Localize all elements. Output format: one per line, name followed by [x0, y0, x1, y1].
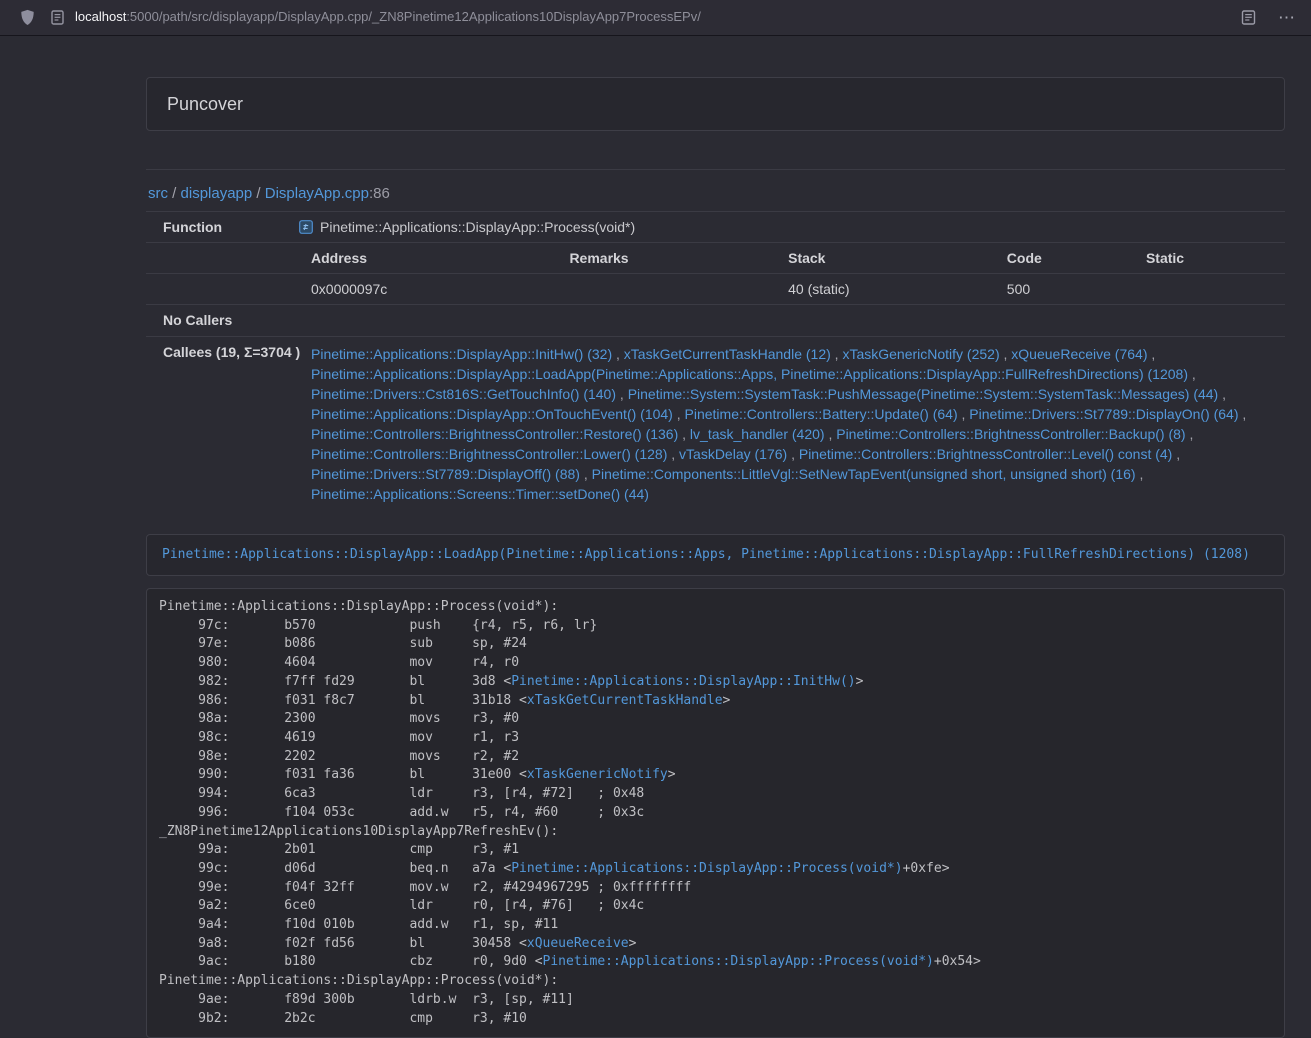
column-header-address: Address [291, 243, 549, 273]
loadapp-panel: Pinetime::Applications::DisplayApp::Load… [146, 534, 1285, 577]
empty-label-cell [146, 274, 291, 304]
breadcrumb: src / displayapp / DisplayApp.cpp:86 [148, 183, 1285, 204]
callees-row: Callees (19, Σ=3704 ) Pinetime::Applicat… [146, 336, 1285, 510]
code-size-value: 500 [987, 274, 1126, 304]
callee-link[interactable]: Pinetime::Drivers::St7789::DisplayOff() … [311, 466, 580, 482]
address-value: 0x0000097c [291, 274, 549, 304]
column-header-remarks: Remarks [549, 243, 768, 273]
callee-separator: , [612, 346, 624, 362]
code-symbol-link[interactable]: Pinetime::Applications::DisplayApp::Init… [511, 674, 855, 689]
callee-link[interactable]: Pinetime::Applications::DisplayApp::Init… [311, 346, 612, 362]
url-bar[interactable]: localhost:5000/path/src/displayapp/Displ… [75, 8, 1241, 27]
callee-link[interactable]: Pinetime::Components::LittleVgl::SetNewT… [592, 466, 1136, 482]
callees-label: Callees (19, Σ=3704 ) [146, 337, 291, 510]
tracking-protection-shield-icon[interactable] [20, 9, 35, 26]
callee-link[interactable]: Pinetime::Controllers::BrightnessControl… [799, 446, 1172, 462]
code-symbol-link[interactable]: Pinetime::Applications::DisplayApp::Proc… [543, 954, 934, 969]
callee-separator: , [1147, 346, 1155, 362]
code-symbol-link[interactable]: xQueueReceive [527, 936, 629, 951]
breadcrumb-link-file[interactable]: DisplayApp.cpp [265, 185, 369, 202]
callee-link[interactable]: lv_task_handler (420) [690, 426, 825, 442]
column-header-static: Static [1126, 243, 1285, 273]
callee-separator: , [667, 446, 679, 462]
loadapp-symbol-link[interactable]: Pinetime::Applications::DisplayApp::Load… [162, 547, 1250, 562]
callee-separator: , [673, 406, 685, 422]
columns-header-row: Address Remarks Stack Code Static [146, 242, 1285, 273]
url-host: localhost [75, 9, 126, 24]
app-title-panel: Puncover [146, 77, 1285, 131]
callee-link[interactable]: Pinetime::Drivers::St7789::DisplayOn() (… [969, 406, 1238, 422]
column-header-code: Code [987, 243, 1126, 273]
callee-separator: , [831, 346, 843, 362]
symbol-table: Function Pinetime::Applications::Display… [146, 211, 1285, 509]
header-divider [146, 169, 1285, 170]
callee-link[interactable]: xTaskGenericNotify (252) [842, 346, 999, 362]
code-symbol-link[interactable]: Pinetime::Applications::DisplayApp::Proc… [511, 861, 902, 876]
callee-link[interactable]: Pinetime::Applications::DisplayApp::OnTo… [311, 406, 673, 422]
callee-separator: , [580, 466, 592, 482]
callee-link[interactable]: xQueueReceive (764) [1011, 346, 1147, 362]
callee-separator: , [1000, 346, 1012, 362]
breadcrumb-line-number: :86 [369, 185, 390, 202]
callee-separator: , [1239, 406, 1247, 422]
callee-link[interactable]: Pinetime::Drivers::Cst816S::GetTouchInfo… [311, 386, 616, 402]
callee-separator: , [1188, 366, 1196, 382]
remarks-value [549, 274, 768, 304]
page-container: Puncover src / displayapp / DisplayApp.c… [146, 77, 1285, 1038]
callee-link[interactable]: Pinetime::System::SystemTask::PushMessag… [628, 386, 1219, 402]
function-row-label: Function [146, 212, 291, 242]
function-row: Function Pinetime::Applications::Display… [146, 211, 1285, 242]
callee-separator: , [1218, 386, 1226, 402]
callers-row: No Callers [146, 304, 1285, 335]
callee-link[interactable]: Pinetime::Controllers::BrightnessControl… [311, 426, 678, 442]
reader-mode-icon[interactable] [1241, 10, 1256, 25]
empty-label-cell [146, 243, 291, 273]
page-info-icon[interactable] [51, 10, 64, 25]
callee-separator: , [1136, 466, 1144, 482]
code-symbol-link[interactable]: xTaskGetCurrentTaskHandle [527, 693, 723, 708]
url-path: :5000/path/src/displayapp/DisplayApp.cpp… [126, 9, 701, 24]
function-name: Pinetime::Applications::DisplayApp::Proc… [320, 217, 635, 237]
callee-separator: , [678, 426, 690, 442]
page-title: Puncover [167, 94, 243, 114]
callee-separator: , [1172, 446, 1180, 462]
breadcrumb-link-src[interactable]: src [148, 185, 168, 202]
callee-separator: , [1186, 426, 1194, 442]
callee-separator: , [825, 426, 837, 442]
static-value [1126, 274, 1285, 304]
callee-separator: , [616, 386, 628, 402]
breadcrumb-link-displayapp[interactable]: displayapp [181, 185, 253, 202]
callee-link[interactable]: Pinetime::Controllers::BrightnessControl… [311, 446, 667, 462]
callee-link[interactable]: Pinetime::Controllers::Battery::Update()… [685, 406, 958, 422]
callee-link[interactable]: Pinetime::Applications::DisplayApp::Load… [311, 366, 1188, 382]
breadcrumb-separator: / [252, 185, 265, 202]
disassembly-code: Pinetime::Applications::DisplayApp::Proc… [146, 588, 1285, 1038]
code-symbol-link[interactable]: xTaskGenericNotify [527, 767, 668, 782]
breadcrumb-separator: / [168, 185, 181, 202]
stack-value: 40 (static) [768, 274, 987, 304]
callees-list: Pinetime::Applications::DisplayApp::Init… [291, 337, 1285, 510]
callee-separator: , [787, 446, 799, 462]
no-callers-label: No Callers [146, 305, 291, 335]
column-header-stack: Stack [768, 243, 987, 273]
callee-link[interactable]: Pinetime::Applications::Screens::Timer::… [311, 486, 649, 502]
callee-link[interactable]: xTaskGetCurrentTaskHandle (12) [624, 346, 831, 362]
overflow-menu-icon[interactable]: ⋯ [1278, 9, 1297, 26]
callee-link[interactable]: Pinetime::Controllers::BrightnessControl… [836, 426, 1185, 442]
function-icon [299, 220, 313, 234]
browser-chrome: localhost:5000/path/src/displayapp/Displ… [0, 0, 1311, 36]
callee-separator: , [958, 406, 970, 422]
values-row: 0x0000097c 40 (static) 500 [146, 273, 1285, 304]
callee-link[interactable]: vTaskDelay (176) [679, 446, 787, 462]
